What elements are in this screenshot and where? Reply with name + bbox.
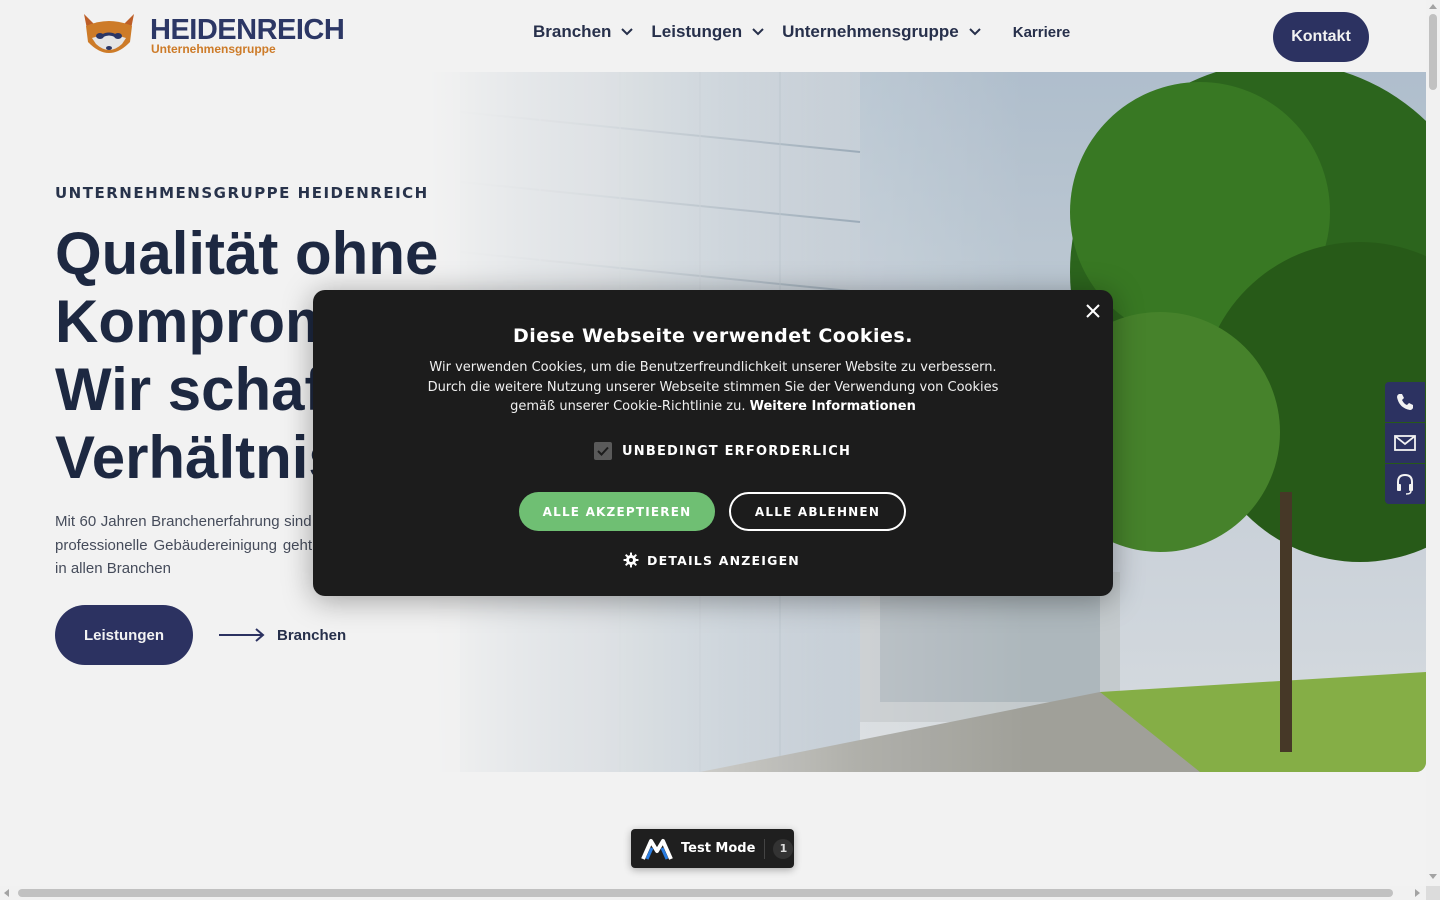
- scrollbar-corner: [1426, 886, 1440, 900]
- test-mode-count: 1: [773, 838, 794, 859]
- scroll-up-arrow[interactable]: [1429, 4, 1437, 9]
- accept-all-button[interactable]: ALLE AKZEPTIEREN: [519, 492, 715, 531]
- test-mode-badge[interactable]: Test Mode 1: [631, 829, 794, 868]
- cookie-modal-title: Diese Webseite verwendet Cookies.: [513, 325, 913, 347]
- horizontal-scroll-thumb[interactable]: [18, 889, 1393, 897]
- necessary-checkbox[interactable]: [594, 442, 612, 460]
- vertical-scroll-thumb[interactable]: [1429, 14, 1437, 90]
- cookie-modal-text: Wir verwenden Cookies, um die Benutzerfr…: [413, 358, 1013, 417]
- scroll-down-arrow[interactable]: [1429, 874, 1437, 879]
- show-details-link[interactable]: DETAILS ANZEIGEN: [623, 552, 800, 568]
- gear-icon: [623, 552, 639, 568]
- test-mode-label: Test Mode: [681, 841, 756, 856]
- horizontal-scrollbar[interactable]: [0, 886, 1426, 900]
- show-details-label: DETAILS ANZEIGEN: [647, 552, 800, 568]
- cookie-consent-modal: Diese Webseite verwendet Cookies. Wir ve…: [313, 290, 1113, 596]
- divider: [764, 838, 766, 859]
- reject-all-button[interactable]: ALLE ABLEHNEN: [729, 492, 906, 531]
- scroll-right-arrow[interactable]: [1415, 889, 1420, 897]
- scroll-left-arrow[interactable]: [4, 889, 9, 897]
- checkmark-icon: [597, 446, 609, 456]
- necessary-checkbox-label: UNBEDINGT ERFORDERLICH: [622, 443, 852, 459]
- necessary-cookies-option[interactable]: UNBEDINGT ERFORDERLICH: [594, 442, 851, 460]
- vertical-scrollbar[interactable]: [1426, 0, 1440, 886]
- close-icon[interactable]: [1084, 302, 1102, 320]
- more-info-link[interactable]: Weitere Informationen: [750, 399, 916, 414]
- app-logo-icon: [641, 838, 673, 860]
